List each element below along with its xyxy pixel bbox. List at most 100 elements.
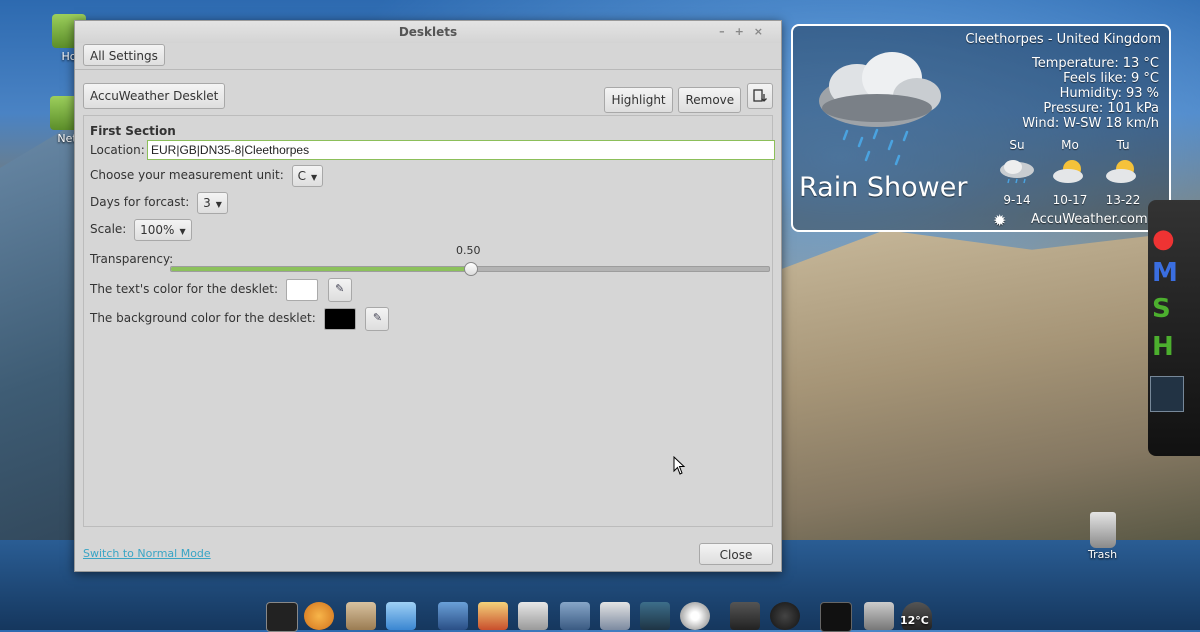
weather-provider: AccuWeather.com <box>1031 212 1148 227</box>
slider-handle[interactable] <box>464 262 478 276</box>
switch-normal-mode-link[interactable]: Switch to Normal Mode <box>83 547 211 560</box>
scale-row: Scale: 100% ▼ <box>90 217 192 241</box>
forecast: Su 9-14 Mo 10-17 Tu 13-22 <box>991 138 1151 208</box>
calculator-icon[interactable] <box>518 602 548 630</box>
unit-dropdown[interactable]: C ▼ <box>291 164 324 187</box>
mail-icon[interactable] <box>600 602 630 630</box>
sun-cloud-icon <box>1053 160 1083 183</box>
desklets-settings-window: Desklets –+× All Settings AccuWeather De… <box>74 20 782 572</box>
weather-details: Temperature: 13 °C Feels like: 9 °C Humidi… <box>1018 56 1159 131</box>
days-value: 3 <box>203 195 211 210</box>
forecast-day: Su 9-14 <box>991 138 1043 207</box>
bg-color-label: The background color for the desklet: <box>90 311 316 325</box>
unit-value: C <box>297 168 306 183</box>
settings-gear-icon[interactable] <box>730 602 760 630</box>
bg-color-swatch[interactable] <box>323 307 356 330</box>
power-icon[interactable] <box>820 602 852 632</box>
bg-color-row: The background color for the desklet: ✎ <box>90 306 390 331</box>
weather-location: Cleethorpes - United Kingdom <box>965 32 1161 47</box>
transparency-value: 0.50 <box>456 244 481 257</box>
detail-label: Humidity: <box>1059 86 1122 101</box>
transparency-label: Transparency: <box>90 252 174 266</box>
forecast-day-label: Tu <box>1116 138 1130 152</box>
days-dropdown[interactable]: 3 ▼ <box>197 191 228 214</box>
location-label: Location: <box>90 143 145 157</box>
detail-label: Temperature: <box>1032 56 1119 71</box>
location-row: Location: <box>90 138 775 162</box>
weather-detail-row: Wind: W-SW 18 km/h <box>1018 116 1159 131</box>
archive-icon[interactable] <box>346 602 376 630</box>
paint-icon[interactable] <box>478 602 508 630</box>
forecast-day: Tu 13-22 <box>1097 138 1149 207</box>
letter-m-icon: M <box>1152 258 1178 288</box>
text-color-picker-button[interactable]: ✎ <box>327 277 352 302</box>
forecast-range: 10-17 <box>1052 193 1088 207</box>
desktop-icon-trash[interactable]: Trash <box>1088 512 1117 561</box>
chevron-down-icon: ▼ <box>179 226 186 236</box>
weather-desklet[interactable]: Cleethorpes - United Kingdom Temperature… <box>791 24 1171 232</box>
dropbox-icon[interactable] <box>386 602 416 630</box>
screenshot-icon[interactable] <box>438 602 468 630</box>
forecast-day-label: Mo <box>1061 138 1079 152</box>
scale-label: Scale: <box>90 222 127 236</box>
chevron-down-icon: ▼ <box>310 172 318 182</box>
forecast-range: 9-14 <box>1003 193 1031 207</box>
settings-section: First Section Location: Choose your meas… <box>83 115 775 527</box>
dosbox-icon <box>1150 376 1184 412</box>
window-title: Desklets <box>398 25 458 39</box>
rain-cloud-icon <box>807 46 957 176</box>
export-button[interactable] <box>747 83 773 109</box>
section-title: First Section <box>90 124 176 138</box>
detail-label: Feels like: <box>1063 71 1128 86</box>
divider <box>75 69 781 70</box>
terminal-icon[interactable] <box>266 602 298 632</box>
globe-icon[interactable] <box>560 602 590 630</box>
days-label: Days for forcast: <box>90 195 190 209</box>
remove-button[interactable]: Remove <box>678 87 742 113</box>
location-input[interactable] <box>147 140 775 160</box>
bg-color-picker-button[interactable]: ✎ <box>365 306 390 331</box>
mouse-cursor-icon <box>673 456 686 475</box>
forecast-range: 13-22 <box>1105 193 1141 207</box>
weather-condition: Rain Shower <box>799 172 968 203</box>
colorful-logo-icon: ● <box>1152 224 1175 254</box>
close-window-button[interactable]: × <box>754 25 773 38</box>
days-row: Days for forcast: 3 ▼ <box>90 190 228 214</box>
cd-icon[interactable] <box>680 602 710 630</box>
highlight-button[interactable]: Highlight <box>604 87 673 113</box>
detail-label: Pressure: <box>1043 101 1104 116</box>
window-titlebar[interactable]: Desklets –+× <box>75 21 781 43</box>
desklet-toolbar: AccuWeather Desklet Highlight Remove <box>83 83 773 113</box>
trash-label: Trash <box>1088 548 1118 561</box>
detail-value: W-SW 18 km/h <box>1063 116 1159 131</box>
scale-dropdown[interactable]: 100% ▼ <box>134 218 192 241</box>
weather-detail-row: Pressure: 101 kPa <box>1018 101 1159 116</box>
detail-label: Wind: <box>1022 116 1060 131</box>
wallpaper-cliff <box>780 230 1200 560</box>
weather-detail-row: Humidity: 93 % <box>1018 86 1159 101</box>
right-edge-widget[interactable]: ● M S H <box>1148 200 1200 456</box>
chevron-down-icon: ▼ <box>215 199 222 209</box>
transparency-slider[interactable] <box>170 262 770 276</box>
detail-value: 9 °C <box>1131 71 1159 86</box>
media-player-icon[interactable] <box>770 602 800 630</box>
weather-detail-row: Temperature: 13 °C <box>1018 56 1159 71</box>
forecast-day-label: Su <box>1009 138 1025 152</box>
accuweather-logo-icon: ✹ <box>993 211 1007 230</box>
detail-value: 13 °C <box>1122 56 1159 71</box>
minimize-button[interactable]: – <box>719 25 735 38</box>
desklet-selector[interactable]: AccuWeather Desklet <box>83 83 226 109</box>
panel-temperature: 12°C <box>900 614 929 627</box>
text-color-swatch[interactable] <box>285 278 318 301</box>
volume-icon[interactable] <box>864 602 894 630</box>
eyedropper-icon: ✎ <box>372 310 383 324</box>
close-button[interactable]: Close <box>699 543 773 565</box>
all-settings-button[interactable]: All Settings <box>83 44 165 66</box>
eyedropper-icon: ✎ <box>335 281 345 295</box>
unit-row: Choose your measurement unit: C ▼ <box>90 163 324 187</box>
firefox-icon[interactable] <box>304 602 334 630</box>
xbmc-icon[interactable] <box>640 602 670 630</box>
slider-fill <box>171 267 470 271</box>
detail-value: 93 % <box>1125 86 1159 101</box>
maximize-button[interactable]: + <box>735 25 754 38</box>
